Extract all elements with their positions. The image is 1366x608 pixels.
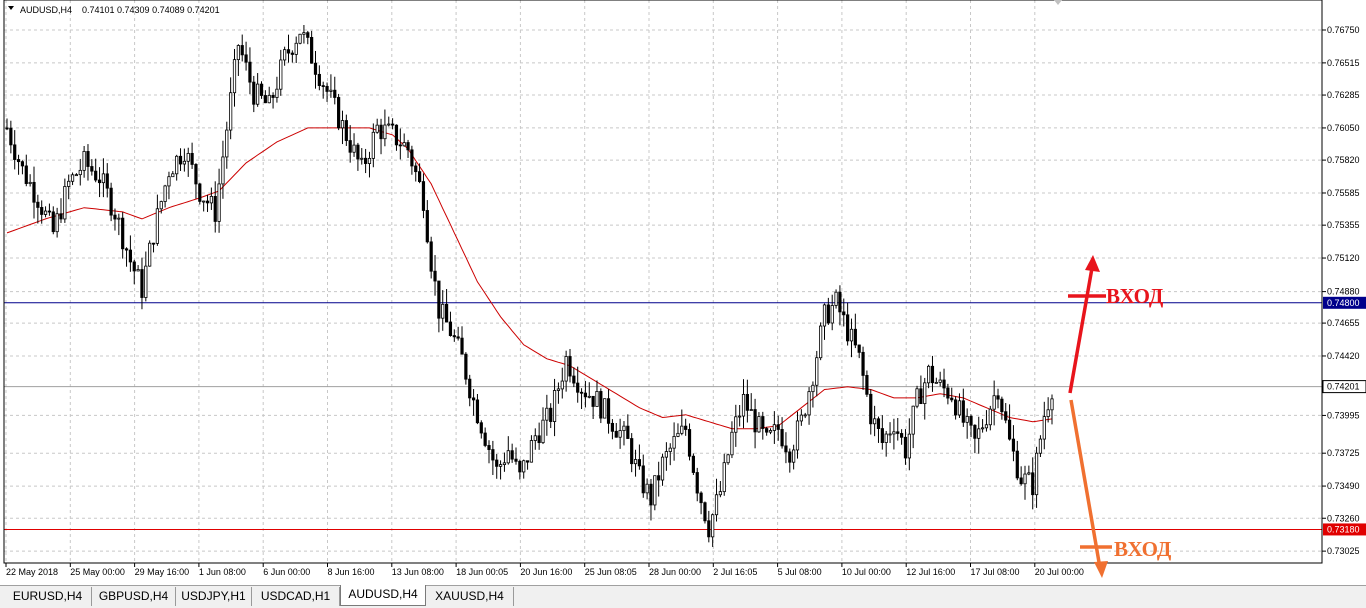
tab-usdcad-h1[interactable]: USDCAD,H1	[252, 587, 340, 606]
candle	[915, 385, 919, 409]
candle	[653, 475, 657, 511]
candle	[109, 182, 113, 222]
time-tick-label: 29 May 16:00	[135, 567, 190, 577]
level-price-label: 0.74800	[1327, 298, 1360, 308]
candle	[337, 93, 341, 131]
ohlc-values: 0.74101 0.74309 0.74089 0.74201	[82, 5, 220, 15]
chart-tabs: EURUSD,H4 GBPUSD,H4 USDJPY,H1 USDCAD,H1 AUDU…	[0, 585, 1366, 608]
tab-usdjpy-h1[interactable]: USDJPY,H1	[176, 587, 252, 606]
time-tick-label: 28 Jun 00:00	[649, 567, 701, 577]
time-tick-label: 2 Jul 16:05	[713, 567, 757, 577]
price-tick-label: 0.75355	[1327, 220, 1360, 230]
candle	[691, 453, 695, 475]
candle	[599, 388, 603, 424]
time-tick-label: 20 Jun 16:00	[520, 567, 572, 577]
tab-xauusd-h4[interactable]: XAUUSD,H4	[426, 587, 514, 606]
chart-window[interactable]: 0.76750 0.76515 0.76285 0.76050 0.75820 0.755…	[0, 0, 1366, 585]
price-tick-label: 0.75820	[1327, 155, 1360, 165]
price-tick-label: 0.75120	[1327, 253, 1360, 263]
candle	[198, 182, 202, 205]
price-chart[interactable]: 0.76750 0.76515 0.76285 0.76050 0.75820 0.755…	[0, 0, 1366, 585]
price-tick-label: 0.74880	[1327, 287, 1360, 297]
price-tick-label: 0.76050	[1327, 123, 1360, 133]
time-tick-label: 12 Jul 16:00	[906, 567, 955, 577]
time-tick-label: 25 Jun 08:05	[585, 567, 637, 577]
time-tick-label: 18 Jun 00:05	[456, 567, 508, 577]
tab-audusd-h4[interactable]: AUDUSD,H4	[340, 585, 426, 606]
candle	[148, 240, 152, 267]
candle	[834, 289, 838, 309]
candle	[819, 322, 823, 361]
price-tick-label: 0.76750	[1327, 25, 1360, 35]
time-tick-label: 5 Jul 08:00	[778, 567, 822, 577]
price-tick-label: 0.73025	[1327, 546, 1360, 556]
price-tick-label: 0.76515	[1327, 58, 1360, 68]
price-tick-label: 0.73260	[1327, 513, 1360, 523]
price-tick-label: 0.73725	[1327, 448, 1360, 458]
time-tick-label: 17 Jul 08:00	[971, 567, 1020, 577]
entry-up-label: ВХОД	[1106, 284, 1164, 308]
price-tick-label: 0.74655	[1327, 318, 1360, 328]
tab-eurusd-h4[interactable]: EURUSD,H4	[4, 587, 92, 606]
candle	[703, 501, 707, 524]
candle	[298, 33, 302, 45]
tab-gbpusd-h4[interactable]: GBPUSD,H4	[92, 587, 176, 606]
symbol-label: AUDUSD,H4	[20, 5, 72, 15]
time-tick-label: 13 Jun 08:00	[392, 567, 444, 577]
entry-down-label: ВХОД	[1114, 537, 1172, 561]
time-tick-label: 8 Jun 16:00	[328, 567, 375, 577]
current-price-label: 0.74201	[1327, 382, 1360, 392]
price-tick-label: 0.73490	[1327, 481, 1360, 491]
price-tick-label: 0.74420	[1327, 351, 1360, 361]
price-tick-label: 0.75585	[1327, 188, 1360, 198]
time-tick-label: 25 May 00:00	[70, 567, 125, 577]
candle	[603, 398, 607, 419]
price-tick-label: 0.76285	[1327, 90, 1360, 100]
time-tick-label: 6 Jun 00:00	[263, 567, 310, 577]
price-tick-label: 0.73995	[1327, 410, 1360, 420]
level-price-label: 0.73180	[1327, 524, 1360, 534]
time-tick-label: 22 May 2018	[6, 567, 58, 577]
time-tick-label: 1 Jun 08:00	[199, 567, 246, 577]
time-tick-label: 20 Jul 00:00	[1035, 567, 1084, 577]
time-tick-label: 10 Jul 00:00	[842, 567, 891, 577]
